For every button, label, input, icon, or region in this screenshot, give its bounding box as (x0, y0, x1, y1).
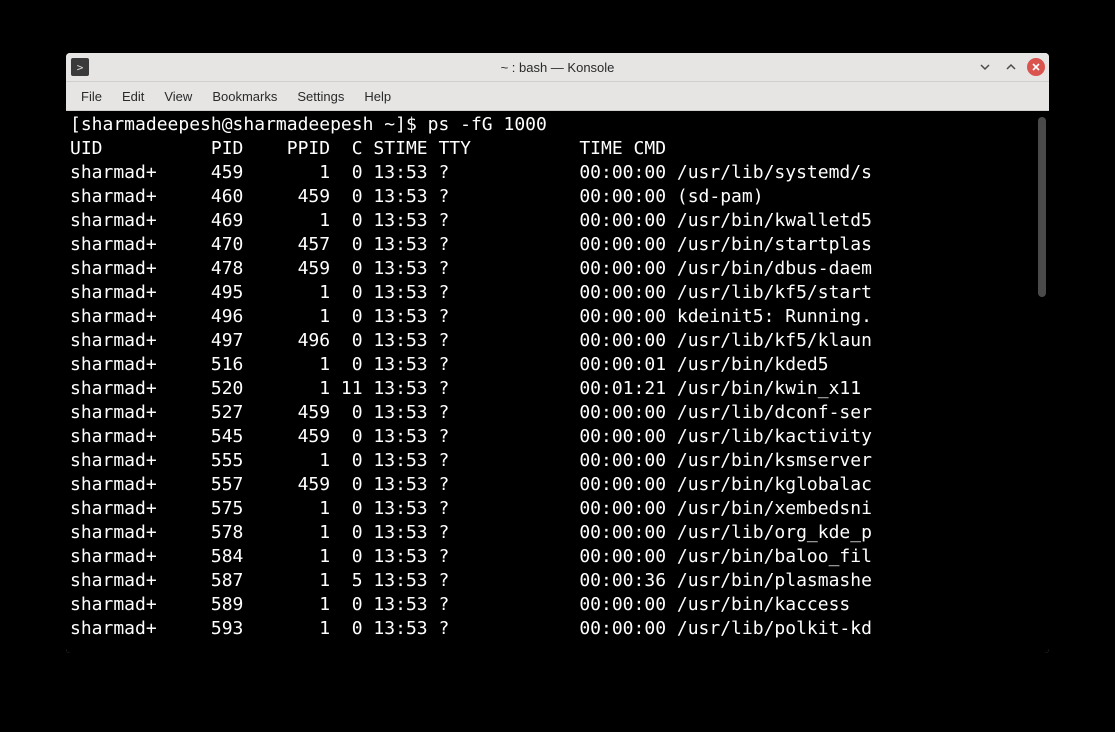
ps-row: sharmad+ 495 1 0 13:53 ? 00:00:00 /usr/l… (70, 281, 1049, 305)
ps-row: sharmad+ 578 1 0 13:53 ? 00:00:00 /usr/l… (70, 521, 1049, 545)
ps-row: sharmad+ 593 1 0 13:53 ? 00:00:00 /usr/l… (70, 617, 1049, 641)
menu-edit[interactable]: Edit (113, 85, 153, 108)
terminal-content[interactable]: [sharmadeepesh@sharmadeepesh ~]$ ps -fG … (66, 111, 1049, 643)
ps-row: sharmad+ 520 1 11 13:53 ? 00:01:21 /usr/… (70, 377, 1049, 401)
menubar: File Edit View Bookmarks Settings Help (66, 82, 1049, 111)
ps-header: UID PID PPID C STIME TTY TIME CMD (70, 137, 1049, 161)
ps-row: sharmad+ 497 496 0 13:53 ? 00:00:00 /usr… (70, 329, 1049, 353)
ps-row: sharmad+ 587 1 5 13:53 ? 00:00:36 /usr/b… (70, 569, 1049, 593)
ps-row: sharmad+ 470 457 0 13:53 ? 00:00:00 /usr… (70, 233, 1049, 257)
ps-row: sharmad+ 557 459 0 13:53 ? 00:00:00 /usr… (70, 473, 1049, 497)
shell-command: ps -fG 1000 (428, 114, 547, 135)
ps-row: sharmad+ 527 459 0 13:53 ? 00:00:00 /usr… (70, 401, 1049, 425)
menu-settings[interactable]: Settings (288, 85, 353, 108)
prompt-line: [sharmadeepesh@sharmadeepesh ~]$ ps -fG … (70, 113, 1049, 137)
ps-row: sharmad+ 555 1 0 13:53 ? 00:00:00 /usr/b… (70, 449, 1049, 473)
menu-bookmarks[interactable]: Bookmarks (203, 85, 286, 108)
menu-file[interactable]: File (72, 85, 111, 108)
close-icon (1031, 62, 1041, 72)
app-icon: > (71, 58, 89, 76)
menu-view[interactable]: View (155, 85, 201, 108)
chevron-up-icon (1005, 61, 1017, 73)
close-button[interactable] (1027, 58, 1045, 76)
scrollbar-thumb[interactable] (1038, 117, 1046, 297)
minimize-button[interactable] (975, 57, 995, 77)
ps-row: sharmad+ 589 1 0 13:53 ? 00:00:00 /usr/b… (70, 593, 1049, 617)
app-icon-glyph: > (77, 61, 84, 74)
titlebar[interactable]: > ~ : bash — Konsole (66, 53, 1049, 82)
ps-row: sharmad+ 469 1 0 13:53 ? 00:00:00 /usr/b… (70, 209, 1049, 233)
menu-help[interactable]: Help (355, 85, 400, 108)
ps-row: sharmad+ 575 1 0 13:53 ? 00:00:00 /usr/b… (70, 497, 1049, 521)
maximize-button[interactable] (1001, 57, 1021, 77)
window-title: ~ : bash — Konsole (66, 60, 1049, 75)
konsole-window: > ~ : bash — Konsole File Edit View Book… (66, 53, 1049, 653)
terminal-area[interactable]: [sharmadeepesh@sharmadeepesh ~]$ ps -fG … (66, 111, 1049, 653)
ps-row: sharmad+ 459 1 0 13:53 ? 00:00:00 /usr/l… (70, 161, 1049, 185)
ps-row: sharmad+ 516 1 0 13:53 ? 00:00:01 /usr/b… (70, 353, 1049, 377)
ps-row: sharmad+ 584 1 0 13:53 ? 00:00:00 /usr/b… (70, 545, 1049, 569)
ps-row: sharmad+ 496 1 0 13:53 ? 00:00:00 kdeini… (70, 305, 1049, 329)
window-controls (975, 53, 1045, 81)
ps-row: sharmad+ 478 459 0 13:53 ? 00:00:00 /usr… (70, 257, 1049, 281)
shell-prompt: [sharmadeepesh@sharmadeepesh ~]$ (70, 114, 428, 135)
chevron-down-icon (979, 61, 991, 73)
ps-row: sharmad+ 460 459 0 13:53 ? 00:00:00 (sd-… (70, 185, 1049, 209)
ps-row: sharmad+ 545 459 0 13:53 ? 00:00:00 /usr… (70, 425, 1049, 449)
